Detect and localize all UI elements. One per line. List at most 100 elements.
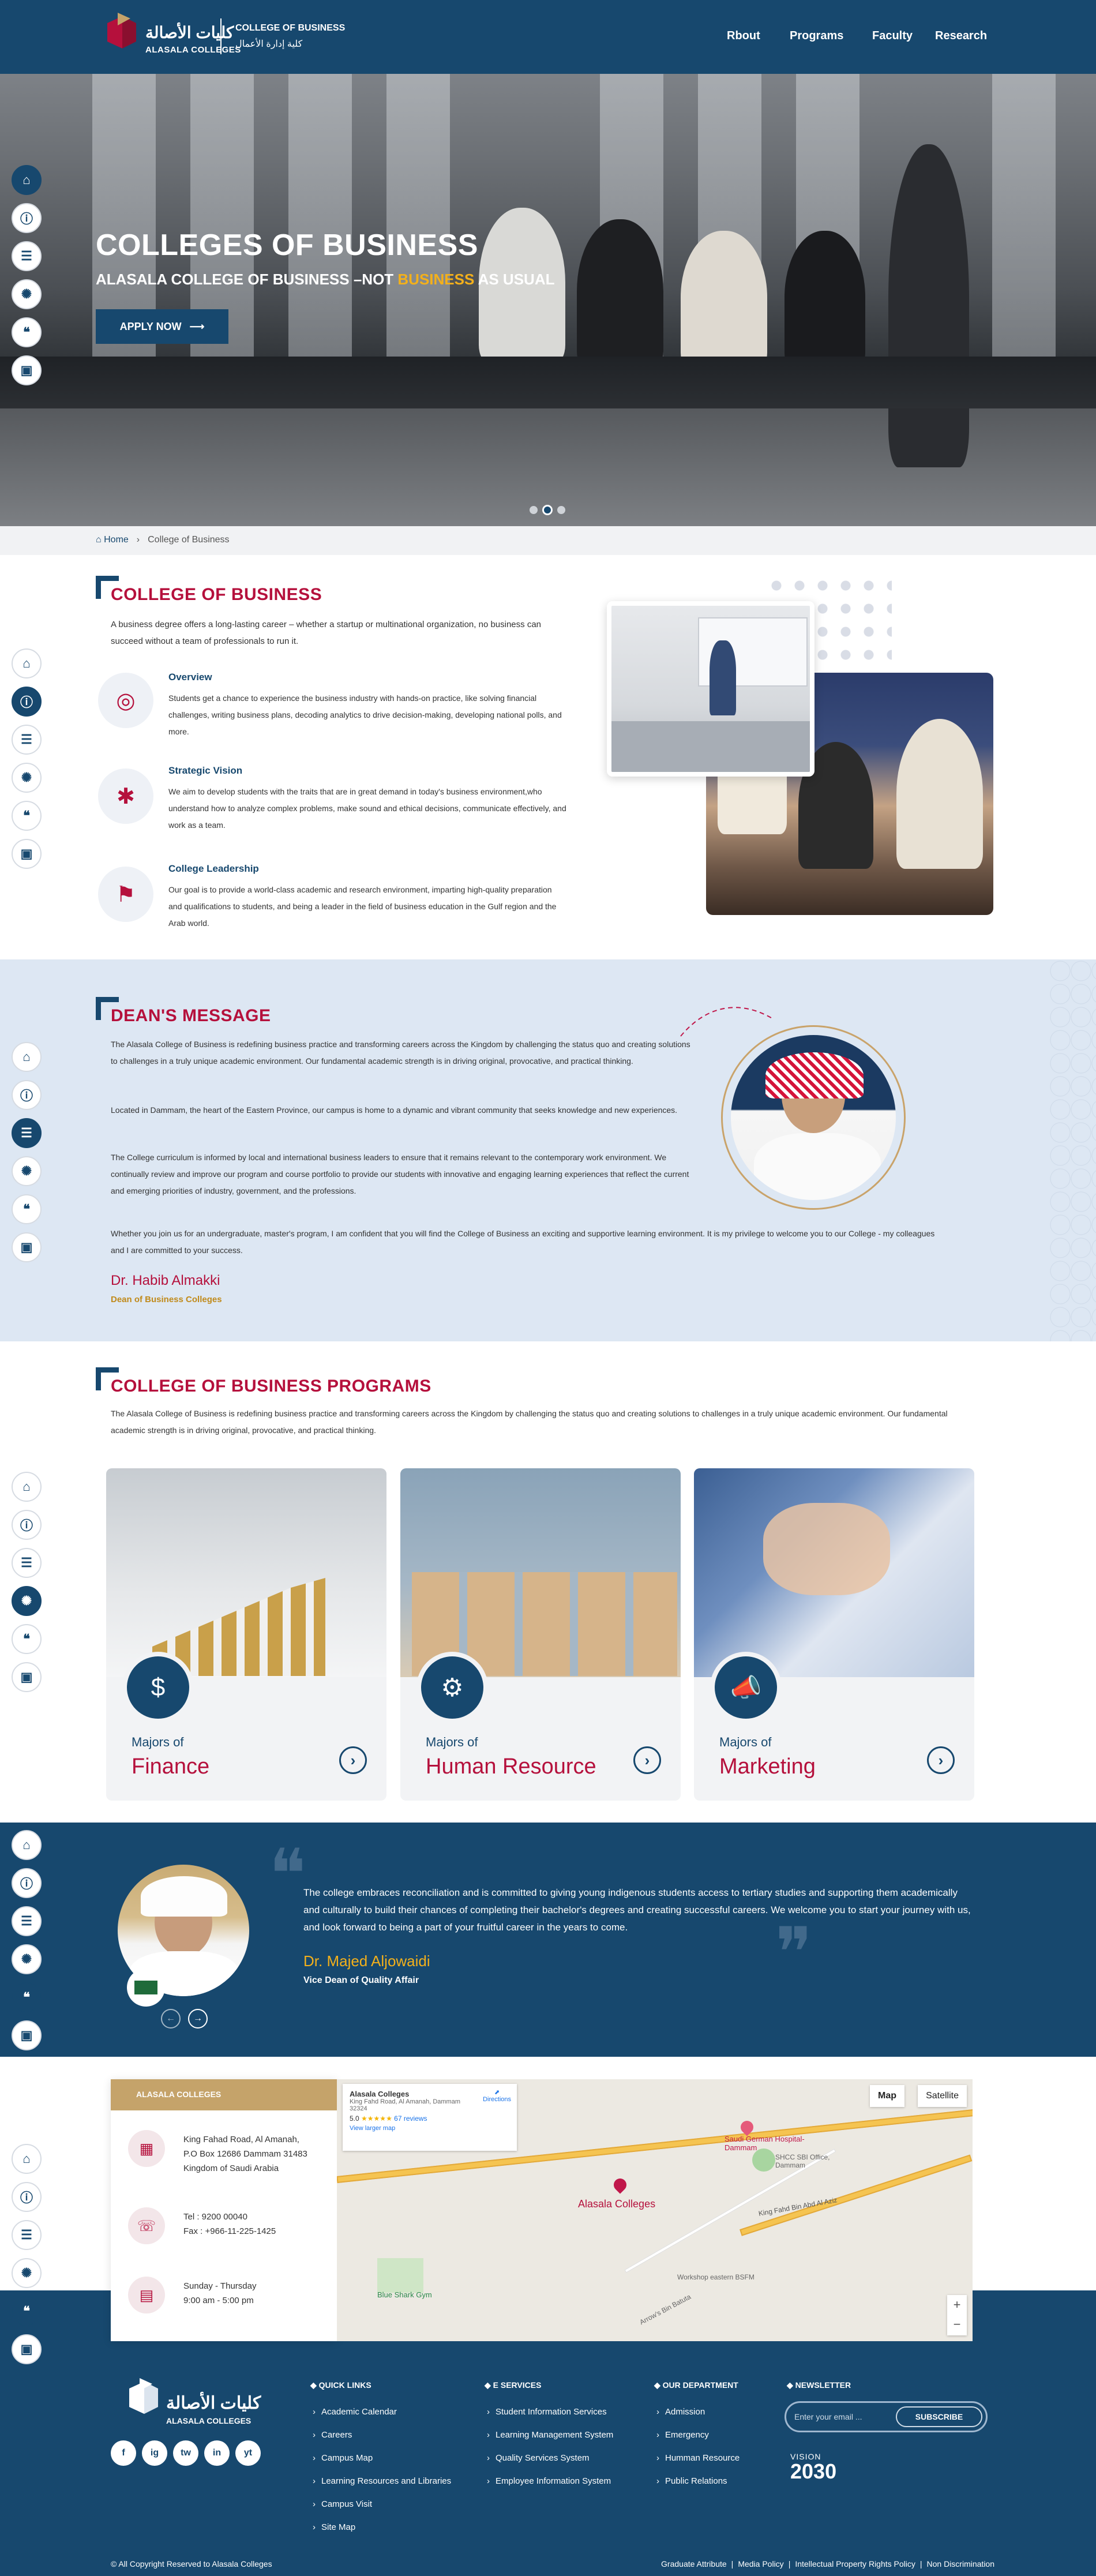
arrow-right-icon[interactable]: ›	[633, 1746, 661, 1774]
twitter-icon[interactable]: tw	[173, 2440, 198, 2466]
map-icon[interactable]: ▣	[12, 355, 42, 385]
info-icon[interactable]: ⓘ	[12, 687, 42, 717]
info-icon[interactable]: ⓘ	[12, 203, 42, 233]
legal-link[interactable]: Non Discrimination	[927, 2559, 994, 2568]
carousel-dot[interactable]	[530, 506, 538, 514]
home-icon[interactable]: ⌂	[12, 1472, 42, 1502]
quote-icon[interactable]: ❝	[12, 801, 42, 831]
apply-now-button[interactable]: APPLY NOW ⟶	[96, 309, 228, 344]
email-input[interactable]	[794, 2409, 898, 2425]
facebook-icon[interactable]: f	[111, 2440, 136, 2466]
footer-link[interactable]: Public Relations	[656, 2476, 740, 2499]
linkedin-icon[interactable]: in	[204, 2440, 230, 2466]
nav-programs[interactable]: Programs	[790, 29, 843, 43]
home-icon[interactable]: ⌂	[12, 2144, 42, 2174]
footer-link[interactable]: Learning Management System	[487, 2430, 613, 2453]
program-card-marketing[interactable]: 📣 Majors of Marketing ›	[694, 1468, 974, 1801]
directions-icon: ⬈	[494, 2089, 500, 2096]
arrow-right-icon[interactable]: ›	[339, 1746, 367, 1774]
sparkle-icon[interactable]: ✺	[12, 1156, 42, 1186]
breadcrumb: ⌂ Home › College of Business	[0, 526, 1096, 555]
zoom-in-icon[interactable]: +	[947, 2295, 967, 2315]
info-icon[interactable]: ⓘ	[12, 2182, 42, 2212]
footer-link[interactable]: Emergency	[656, 2430, 740, 2453]
contact-phone[interactable]: Tel : 9200 00040 Fax : +966-11-225-1425	[183, 2210, 276, 2238]
map-view-button[interactable]: Map	[870, 2085, 904, 2107]
footer-link[interactable]: Site Map	[313, 2522, 451, 2545]
feature-title: Overview	[168, 672, 212, 683]
footer-logo-icon[interactable]	[123, 2377, 164, 2421]
satellite-view-button[interactable]: Satellite	[918, 2085, 967, 2107]
footer-link[interactable]: Employee Information System	[487, 2476, 613, 2499]
map-larger-link[interactable]: View larger map	[350, 2125, 510, 2132]
home-icon[interactable]: ⌂	[12, 165, 42, 195]
subscribe-button[interactable]: SUBSCRIBE	[896, 2406, 982, 2427]
quote-icon[interactable]: ❝	[12, 1624, 42, 1654]
quote-icon[interactable]: ❝	[12, 1982, 42, 2012]
dean-paragraph: Whether you join us for an undergraduate…	[111, 1229, 935, 1255]
chat-icon[interactable]: ☰	[12, 725, 42, 755]
home-icon[interactable]: ⌂	[12, 648, 42, 678]
legal-link[interactable]: Intellectual Property Rights Policy	[795, 2559, 915, 2568]
map-directions-link[interactable]: ⬈ Directions	[483, 2088, 511, 2103]
chat-icon[interactable]: ☰	[12, 2220, 42, 2250]
footer-link[interactable]: Learning Resources and Libraries	[313, 2476, 451, 2499]
location-pin-icon[interactable]	[611, 2176, 629, 2194]
footer-link[interactable]: Quality Services System	[487, 2453, 613, 2476]
footer-link[interactable]: Campus Map	[313, 2453, 451, 2476]
arrow-right-icon[interactable]: ›	[927, 1746, 955, 1774]
footer-link[interactable]: Careers	[313, 2430, 451, 2453]
chat-icon[interactable]: ☰	[12, 1548, 42, 1578]
footer-link[interactable]: Admission	[656, 2407, 740, 2430]
vice-dean-role: Vice Dean of Quality Affair	[303, 1975, 419, 1985]
sparkle-icon[interactable]: ✺	[12, 2258, 42, 2288]
nav-about[interactable]: Rbout	[727, 29, 760, 43]
footer-link[interactable]: Campus Visit	[313, 2499, 451, 2522]
map-icon[interactable]: ▣	[12, 839, 42, 869]
youtube-icon[interactable]: yt	[235, 2440, 261, 2466]
chat-icon[interactable]: ☰	[12, 241, 42, 271]
info-icon[interactable]: ⓘ	[12, 1080, 42, 1110]
breadcrumb-home[interactable]: Home	[104, 535, 129, 545]
carousel-dot[interactable]	[557, 506, 565, 514]
carousel-dot-active[interactable]	[542, 505, 553, 515]
map-icon[interactable]: ▣	[12, 2334, 42, 2364]
quote-icon[interactable]: ❝	[12, 2296, 42, 2326]
sparkle-icon[interactable]: ✺	[12, 1944, 42, 1974]
program-majors-label: Majors of	[132, 1735, 184, 1749]
instagram-icon[interactable]: ig	[142, 2440, 167, 2466]
map-icon[interactable]: ▣	[12, 1232, 42, 1262]
dean-photo	[721, 1025, 906, 1210]
map-info-address: King Fahd Road, Al Amanah, Dammam 32324	[350, 2098, 460, 2112]
map-icon[interactable]: ▣	[12, 1662, 42, 1692]
info-icon[interactable]: ⓘ	[12, 1868, 42, 1898]
sparkle-icon[interactable]: ✺	[12, 279, 42, 309]
next-arrow-icon[interactable]: →	[188, 2009, 208, 2028]
zoom-out-icon[interactable]: −	[947, 2315, 967, 2334]
footer-link[interactable]: Humman Resource	[656, 2453, 740, 2476]
footer-link[interactable]: Student Information Services	[487, 2407, 613, 2430]
poi-label: Blue Shark Gym	[377, 2290, 432, 2299]
legal-link[interactable]: Media Policy	[738, 2559, 783, 2568]
college-logo-icon[interactable]	[102, 13, 142, 54]
program-card-finance[interactable]: $ Majors of Finance ›	[106, 1468, 386, 1801]
nav-research[interactable]: Research	[935, 29, 987, 43]
sparkle-icon[interactable]: ✺	[12, 1586, 42, 1616]
chat-icon[interactable]: ☰	[12, 1906, 42, 1936]
sparkle-icon[interactable]: ✺	[12, 763, 42, 793]
prev-arrow-icon[interactable]: ←	[161, 2009, 181, 2028]
quote-icon[interactable]: ❝	[12, 317, 42, 347]
chat-icon[interactable]: ☰	[12, 1118, 42, 1148]
info-icon[interactable]: ⓘ	[12, 1510, 42, 1540]
map-reviews-link[interactable]: 67 reviews	[394, 2114, 427, 2123]
nav-faculty[interactable]: Faculty	[872, 29, 913, 43]
footer-link[interactable]: Academic Calendar	[313, 2407, 451, 2430]
home-icon[interactable]: ⌂	[12, 1830, 42, 1860]
quote-icon[interactable]: ❝	[12, 1194, 42, 1224]
map-icon[interactable]: ▣	[12, 2020, 42, 2050]
home-icon[interactable]: ⌂	[12, 1042, 42, 1072]
program-card-hr[interactable]: ⚙ Majors of Human Resource ›	[400, 1468, 681, 1801]
embedded-map[interactable]: Alasala Colleges Saudi German Hospital-D…	[337, 2079, 973, 2341]
map-zoom-control[interactable]: + −	[947, 2295, 967, 2335]
legal-link[interactable]: Graduate Attribute	[661, 2559, 727, 2568]
